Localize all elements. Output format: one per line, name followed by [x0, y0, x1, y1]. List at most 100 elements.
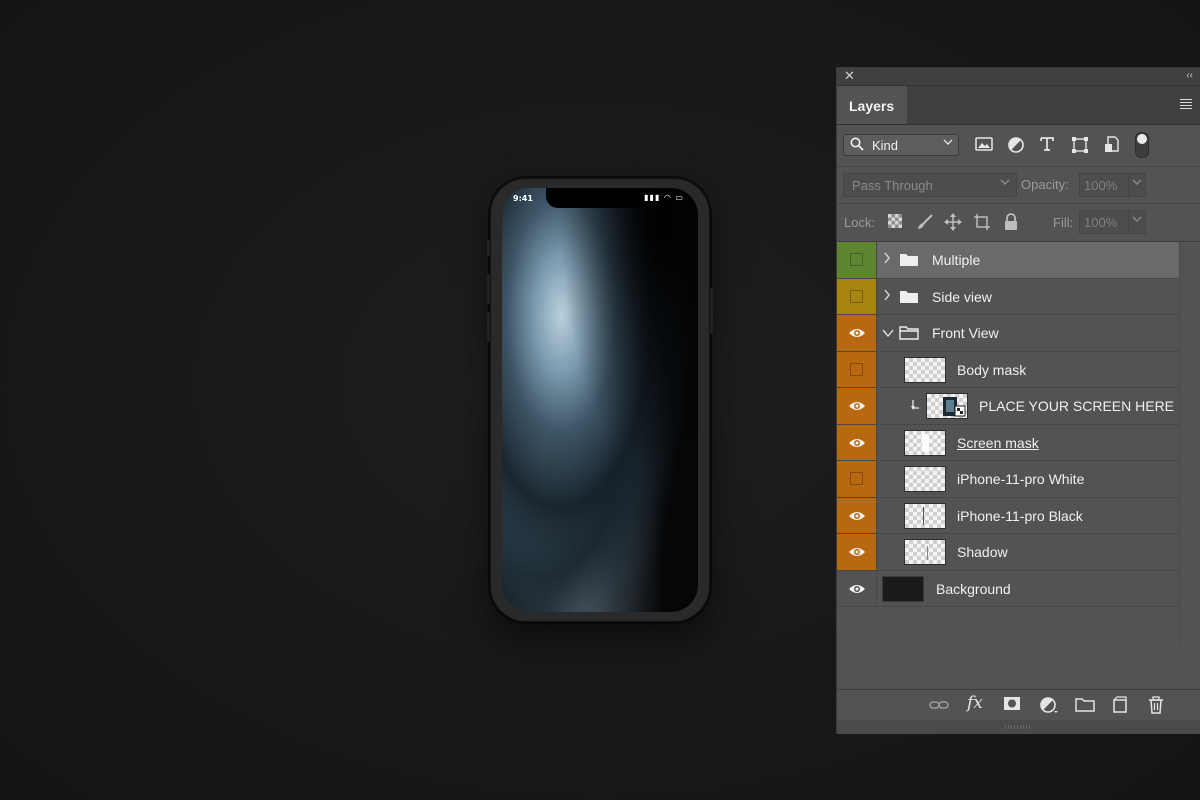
layer-row-front-view[interactable]: Front View [837, 315, 1181, 352]
eye-icon [849, 548, 865, 556]
layer-name: Background [936, 580, 1011, 597]
smart-object-filter-icon[interactable] [1103, 136, 1123, 156]
layer-list: Multiple Side view Front View Body mask … [837, 242, 1181, 607]
adjustment-icon[interactable] [1039, 696, 1059, 714]
chevron-down-icon [1000, 177, 1010, 190]
tab-layers-label: Layers [849, 98, 895, 114]
lock-position-move-icon[interactable] [944, 213, 962, 231]
iphone-mockup: 9:41 ▮▮▮ ◠ ▭ [487, 178, 713, 622]
close-panel-icon[interactable]: ✕ [844, 69, 855, 83]
visibility-toggle[interactable] [837, 351, 877, 387]
chevron-right-icon[interactable] [883, 251, 891, 268]
kind-filter-select[interactable]: Kind [843, 134, 959, 156]
fill-input[interactable]: 100% [1079, 210, 1129, 234]
layer-row-screen-mask[interactable]: Screen mask [837, 424, 1181, 461]
layer-thumbnail [904, 429, 946, 456]
volume-up-button [487, 274, 490, 304]
layer-row-place-your-screen-here[interactable]: PLACE YOUR SCREEN HERE [837, 388, 1181, 425]
power-button [710, 288, 713, 334]
visibility-toggle[interactable] [837, 534, 877, 570]
new-group-icon[interactable] [1075, 696, 1095, 714]
fill-dropdown[interactable] [1128, 210, 1146, 234]
blend-row: Pass Through Opacity: 100% [837, 167, 1200, 204]
layer-name: Side view [932, 288, 992, 305]
filter-row: Kind [837, 125, 1200, 167]
visibility-toggle[interactable] [837, 388, 877, 424]
layer-thumbnail [904, 502, 946, 529]
fill-label: Fill: [1053, 215, 1074, 230]
status-time: 9:41 [513, 194, 533, 203]
adjustment-layer-filter-icon[interactable] [1007, 136, 1027, 156]
layer-row-multiple[interactable]: Multiple [837, 242, 1181, 279]
fill-value: 100% [1084, 215, 1118, 230]
visibility-toggle[interactable] [837, 570, 877, 606]
eye-icon [849, 438, 865, 447]
kind-filter-label: Kind [872, 138, 899, 153]
eye-icon [849, 329, 865, 337]
layer-row-body-mask[interactable]: Body mask [837, 351, 1181, 388]
lock-transparency-icon[interactable] [887, 213, 905, 231]
layer-list-scrollbar[interactable] [1179, 242, 1200, 644]
tab-layers[interactable]: Layers [837, 86, 907, 124]
link-icon[interactable] [929, 696, 949, 714]
layer-name: Multiple [932, 252, 981, 268]
layer-row-shadow[interactable]: Shadow [837, 534, 1181, 571]
visibility-toggle[interactable] [837, 315, 877, 351]
panel-resize-handle[interactable] [837, 720, 1200, 734]
lock-artboard-icon[interactable] [973, 213, 991, 231]
panel-menu-icon[interactable] [1180, 99, 1192, 111]
fx-icon[interactable]: fx [967, 693, 987, 713]
pixel-layer-filter-icon[interactable] [975, 136, 995, 156]
layer-name: PLACE YOUR SCREEN HERE [979, 398, 1175, 414]
layer-name: Body mask [957, 361, 1027, 378]
volume-down-button [487, 312, 490, 342]
eye-icon [849, 511, 865, 520]
layer-row-iphone-11-pro-black[interactable]: iPhone-11-pro Black [837, 497, 1181, 534]
open-folder-icon [899, 324, 919, 341]
lock-row: Lock: Fill: 100% [837, 204, 1200, 242]
filter-toggle-switch[interactable] [1135, 132, 1149, 158]
visibility-toggle[interactable] [837, 278, 877, 314]
layer-thumbnail [882, 575, 924, 602]
smart-object-thumbnail [926, 393, 968, 419]
trash-icon[interactable] [1147, 696, 1167, 714]
mask-icon[interactable] [1003, 696, 1023, 714]
mute-switch [487, 240, 490, 256]
type-layer-filter-icon[interactable] [1039, 136, 1059, 156]
layer-row-side-view[interactable]: Side view [837, 278, 1181, 315]
phone-notch [546, 188, 654, 208]
panel-titlebar: ✕ ‹‹ [837, 68, 1200, 86]
folder-icon [899, 288, 919, 305]
lock-all-padlock-icon[interactable] [1003, 213, 1021, 231]
status-icons: ▮▮▮ ◠ ▭ [644, 193, 684, 202]
layer-row-iphone-11-pro-white[interactable]: iPhone-11-pro White [837, 461, 1181, 498]
chevron-down-icon [943, 137, 953, 150]
opacity-dropdown[interactable] [1128, 173, 1146, 197]
layer-thumbnail [904, 466, 946, 492]
phone-screen-wallpaper: 9:41 ▮▮▮ ◠ ▭ [502, 188, 698, 612]
clipping-mask-arrow-icon [911, 399, 921, 414]
opacity-label: Opacity: [1021, 177, 1069, 192]
chevron-right-icon[interactable] [883, 288, 891, 305]
lock-label: Lock: [844, 215, 876, 230]
visibility-toggle[interactable] [837, 242, 877, 278]
lock-pixels-brush-icon[interactable] [916, 213, 934, 231]
chevron-down-icon[interactable] [882, 326, 894, 341]
layers-panel: ✕ ‹‹ Layers Kind Pass Through Opacity: 1… [836, 67, 1200, 734]
collapse-panel-icon[interactable]: ‹‹ [1186, 69, 1193, 83]
layer-name: Screen mask [957, 434, 1039, 451]
visibility-toggle[interactable] [837, 461, 877, 497]
blend-mode-select[interactable]: Pass Through [843, 173, 1017, 197]
eye-icon [849, 402, 865, 410]
visibility-toggle[interactable] [837, 424, 877, 460]
layer-row-background[interactable]: Background [837, 570, 1181, 607]
new-layer-icon[interactable] [1111, 696, 1131, 714]
search-icon [850, 137, 864, 154]
layer-name: iPhone-11-pro Black [957, 507, 1083, 524]
panel-footer: fx [837, 689, 1200, 720]
opacity-input[interactable]: 100% [1079, 173, 1129, 197]
layer-name: Front View [932, 325, 999, 341]
visibility-toggle[interactable] [837, 497, 877, 533]
eye-icon [849, 584, 865, 593]
shape-layer-filter-icon[interactable] [1071, 136, 1091, 156]
